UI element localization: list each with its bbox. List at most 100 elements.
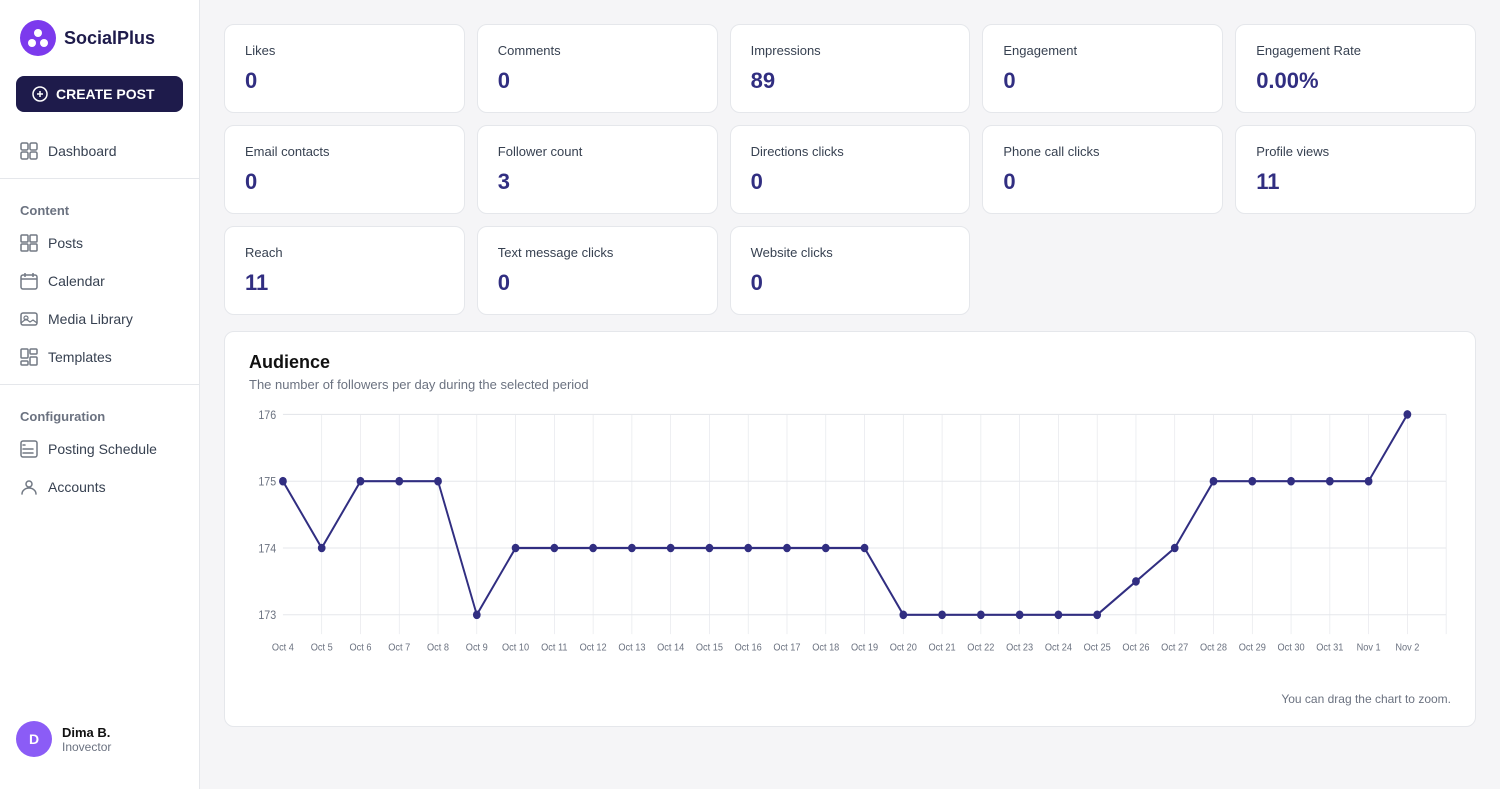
svg-text:174: 174 [258, 543, 276, 556]
templates-icon [20, 348, 38, 366]
stat-label: Website clicks [751, 245, 950, 260]
chart-drag-hint: You can drag the chart to zoom. [249, 692, 1451, 706]
svg-text:Oct 9: Oct 9 [466, 642, 488, 654]
stat-label: Likes [245, 43, 444, 58]
svg-text:Oct 14: Oct 14 [657, 642, 685, 654]
chart-container: 176 175 174 173 [249, 408, 1451, 688]
create-post-icon [32, 86, 48, 102]
svg-text:Oct 12: Oct 12 [580, 642, 607, 654]
sidebar-item-dashboard[interactable]: Dashboard [0, 132, 199, 170]
svg-text:Oct 4: Oct 4 [272, 642, 295, 654]
stat-label: Impressions [751, 43, 950, 58]
svg-text:Oct 21: Oct 21 [929, 642, 956, 654]
sidebar-item-calendar[interactable]: Calendar [0, 262, 199, 300]
stat-label: Comments [498, 43, 697, 58]
content-section-label: Content [0, 187, 199, 224]
stats-row-3: Reach 11 Text message clicks 0 Website c… [224, 226, 1476, 315]
svg-text:Oct 29: Oct 29 [1239, 642, 1266, 654]
sidebar-item-media-library[interactable]: Media Library [0, 300, 199, 338]
stat-card-engagement-rate: Engagement Rate 0.00% [1235, 24, 1476, 113]
accounts-icon [20, 478, 38, 496]
svg-text:Oct 8: Oct 8 [427, 642, 449, 654]
svg-text:Oct 7: Oct 7 [388, 642, 410, 654]
config-section-label: Configuration [0, 393, 199, 430]
stat-card-follower-count: Follower count 3 [477, 125, 718, 214]
stat-card-text-message-clicks: Text message clicks 0 [477, 226, 718, 315]
calendar-label: Calendar [48, 273, 105, 289]
svg-text:Oct 19: Oct 19 [851, 642, 878, 654]
stat-value: 89 [751, 68, 950, 94]
sidebar-item-accounts[interactable]: Accounts [0, 468, 199, 506]
stat-card-website-clicks: Website clicks 0 [730, 226, 971, 315]
media-library-label: Media Library [48, 311, 133, 327]
logo-area: SocialPlus [0, 20, 199, 76]
stat-card-empty [1235, 226, 1476, 315]
dashboard-label: Dashboard [48, 143, 117, 159]
stats-row-2: Email contacts 0 Follower count 3 Direct… [224, 125, 1476, 214]
sidebar-item-templates[interactable]: Templates [0, 338, 199, 376]
svg-text:Oct 30: Oct 30 [1278, 642, 1306, 654]
stat-label: Reach [245, 245, 444, 260]
audience-title: Audience [249, 352, 1451, 373]
stat-card-impressions: Impressions 89 [730, 24, 971, 113]
stat-label: Profile views [1256, 144, 1455, 159]
posting-schedule-icon [20, 440, 38, 458]
stat-card-email-contacts: Email contacts 0 [224, 125, 465, 214]
stat-value: 0 [245, 68, 444, 94]
svg-text:Oct 18: Oct 18 [812, 642, 839, 654]
stat-label: Text message clicks [498, 245, 697, 260]
stat-value: 0 [245, 169, 444, 195]
stat-card-reach: Reach 11 [224, 226, 465, 315]
media-library-icon [20, 310, 38, 328]
stat-card-likes: Likes 0 [224, 24, 465, 113]
svg-text:Oct 15: Oct 15 [696, 642, 723, 654]
svg-text:Oct 31: Oct 31 [1316, 642, 1343, 654]
posts-icon [20, 234, 38, 252]
stat-value: 0 [751, 270, 950, 296]
sidebar-item-posting-schedule[interactable]: Posting Schedule [0, 430, 199, 468]
stat-label: Follower count [498, 144, 697, 159]
posts-label: Posts [48, 235, 83, 251]
stat-card-phone-call-clicks: Phone call clicks 0 [982, 125, 1223, 214]
svg-text:Oct 16: Oct 16 [735, 642, 762, 654]
templates-label: Templates [48, 349, 112, 365]
svg-text:Oct 5: Oct 5 [311, 642, 333, 654]
user-area: D Dima B. Inovector [0, 709, 199, 769]
svg-text:Oct 25: Oct 25 [1084, 642, 1111, 654]
calendar-icon [20, 272, 38, 290]
avatar: D [16, 721, 52, 757]
stat-value: 11 [245, 270, 444, 296]
stat-value: 11 [1256, 169, 1455, 195]
svg-text:Oct 27: Oct 27 [1161, 642, 1188, 654]
stat-label: Engagement Rate [1256, 43, 1455, 58]
stat-label: Email contacts [245, 144, 444, 159]
accounts-label: Accounts [48, 479, 106, 495]
svg-text:Oct 10: Oct 10 [502, 642, 530, 654]
dashboard-icon [20, 142, 38, 160]
create-post-button[interactable]: CREATE POST [16, 76, 183, 112]
stats-row-1: Likes 0 Comments 0 Impressions 89 Engage… [224, 24, 1476, 113]
stat-card-directions-clicks: Directions clicks 0 [730, 125, 971, 214]
svg-text:Oct 24: Oct 24 [1045, 642, 1073, 654]
svg-text:Oct 26: Oct 26 [1122, 642, 1149, 654]
stat-value: 0 [498, 68, 697, 94]
sidebar-item-posts[interactable]: Posts [0, 224, 199, 262]
stat-card-engagement: Engagement 0 [982, 24, 1223, 113]
stat-value: 3 [498, 169, 697, 195]
svg-text:Nov 2: Nov 2 [1395, 642, 1419, 654]
audience-chart: 176 175 174 173 [249, 408, 1451, 688]
svg-text:Oct 13: Oct 13 [618, 642, 645, 654]
user-name: Dima B. [62, 725, 111, 740]
logo-icon [20, 20, 56, 56]
svg-text:175: 175 [258, 476, 276, 489]
posting-schedule-label: Posting Schedule [48, 441, 157, 457]
stat-card-profile-views: Profile views 11 [1235, 125, 1476, 214]
brand-name: SocialPlus [64, 28, 155, 49]
audience-subtitle: The number of followers per day during t… [249, 377, 1451, 392]
svg-text:Oct 17: Oct 17 [773, 642, 800, 654]
main-content: Likes 0 Comments 0 Impressions 89 Engage… [200, 0, 1500, 789]
sidebar: SocialPlus CREATE POST Dashboard Content… [0, 0, 200, 789]
svg-text:Oct 23: Oct 23 [1006, 642, 1033, 654]
stat-label: Engagement [1003, 43, 1202, 58]
svg-text:Nov 1: Nov 1 [1357, 642, 1381, 654]
